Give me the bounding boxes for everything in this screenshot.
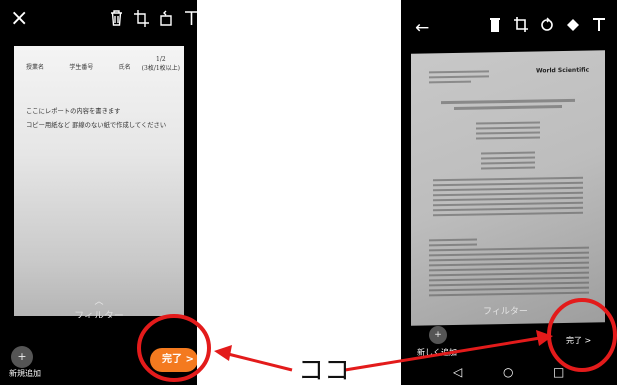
header-student-id: 学生番号 [69,64,94,71]
paper-abstract-lines [433,176,583,220]
header-name: 氏名 [118,64,131,71]
palette-icon[interactable] [565,16,581,33]
left-tool-group [108,8,197,28]
right-phone-screen: ← World Scientific フィルター + 新しく追加 完了 > ◁ … [401,0,617,385]
add-page-icon[interactable]: + [11,346,33,368]
left-arrow-head [214,345,232,361]
crop-icon[interactable] [133,8,150,28]
nav-home-icon[interactable]: ○ [503,365,513,379]
back-arrow-icon[interactable]: ← [415,18,429,38]
scanned-document: 授業名 学生番号 氏名 1/2 (3枚/1枚以上) ここにレポートの内容を書きま… [14,46,184,322]
rotate-icon[interactable] [539,16,555,33]
done-button[interactable]: 完了 > [150,348,197,372]
nav-recents-icon[interactable]: □ [553,365,564,379]
paper-dates-lines [481,151,535,173]
paper-meta-lines [429,70,489,86]
left-arrow-line [227,352,293,372]
right-tool-group [487,16,617,33]
add-new-label[interactable]: 新規追加 [9,368,41,379]
text-icon[interactable] [591,16,607,33]
add-new-label[interactable]: 新しく追加 [417,347,457,358]
annotation-label: ココ [298,356,351,385]
nav-back-icon[interactable]: ◁ [453,365,462,379]
left-phone-screen: × 授業名 学生番号 氏名 1/2 (3枚/1枚以上) ここにレポートの内容を書… [0,0,197,385]
android-nav-bar: ◁ ○ □ [401,360,617,385]
trash-icon[interactable] [487,16,503,33]
screenshot-stage: × 授業名 学生番号 氏名 1/2 (3枚/1枚以上) ここにレポートの内容を書… [0,0,617,385]
chevron-up-icon[interactable]: ︿ [14,294,184,307]
paper-author-lines [476,121,540,142]
done-button[interactable]: 完了 > [566,335,591,346]
paper-title-lines [441,98,575,113]
document-header: 授業名 学生番号 氏名 1/2 (3枚/1枚以上) [26,56,180,72]
document-line-1: ここにレポートの内容を書きます [26,108,121,115]
header-course: 授業名 [26,64,45,71]
crop-icon[interactable] [513,16,529,33]
left-toolbar: × [0,0,197,42]
trash-icon[interactable] [108,8,125,28]
paper-body-lines [429,237,589,300]
close-button[interactable]: × [10,8,28,30]
document-line-2: コピー用紙など 罫線のない紙で作成してください [26,122,167,129]
add-page-icon[interactable]: + [429,326,447,344]
page-fraction: 1/2 (3枚/1枚以上) [142,56,180,72]
rotate-icon[interactable] [158,8,175,28]
text-icon[interactable] [183,8,197,28]
filter-label[interactable]: フィルター [483,304,528,317]
fraction-note: (3枚/1枚以上) [141,65,180,72]
scanned-paper: World Scientific [411,50,605,326]
publisher-logo: World Scientific [536,66,590,75]
fraction-value: 1/2 [156,56,166,63]
